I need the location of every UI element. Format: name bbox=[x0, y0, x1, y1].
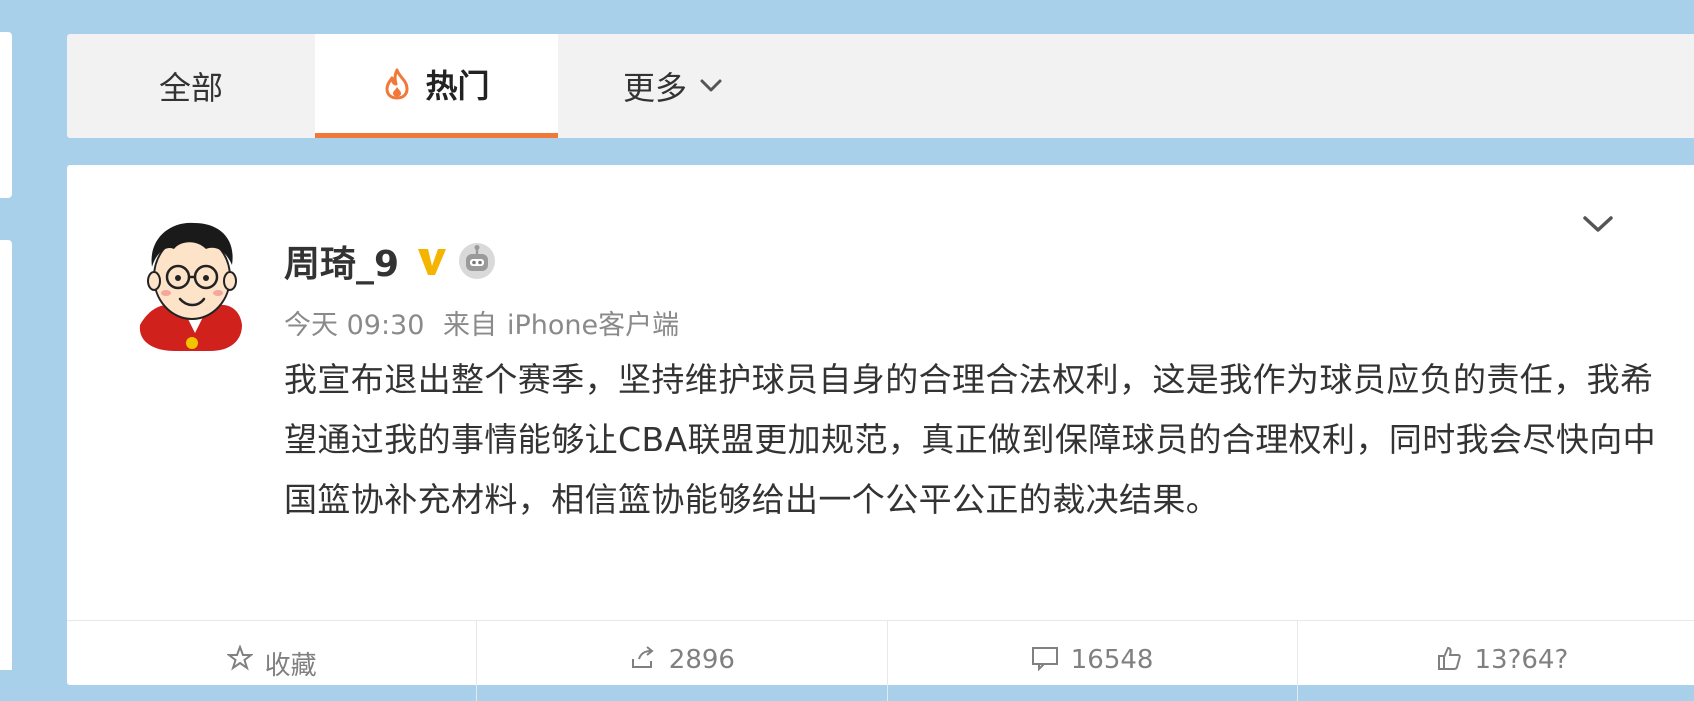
repost-icon bbox=[629, 645, 657, 671]
post-text: 我宣布退出整个赛季，坚持维护球员自身的合理合法权利，这是我作为球员应负的责任，我… bbox=[284, 360, 1657, 519]
comment-count: 16548 bbox=[1070, 645, 1154, 675]
tab-all-label: 全部 bbox=[158, 69, 223, 107]
star-icon bbox=[226, 645, 253, 671]
tab-all[interactable]: 全部 bbox=[67, 34, 315, 138]
post-card: 周琦_9 今天 09:30 来自 iPhone客户端 我宣布退出整个赛季，坚持维… bbox=[67, 165, 1694, 701]
comment-button[interactable]: 16548 bbox=[888, 621, 1298, 701]
avatar[interactable] bbox=[130, 215, 260, 355]
feed-tab-bar: 全部 热门 更多 bbox=[67, 34, 1694, 138]
post-options-chevron-icon[interactable] bbox=[1581, 213, 1615, 235]
repost-button[interactable]: 2896 bbox=[477, 621, 888, 701]
robot-icon[interactable] bbox=[457, 241, 497, 281]
tab-hot-label: 热门 bbox=[425, 66, 490, 105]
post-action-bar: 收藏 2896 16548 13?64? bbox=[67, 620, 1694, 701]
left-sidebar-panel bbox=[0, 32, 12, 198]
post-source[interactable]: iPhone客户端 bbox=[507, 310, 679, 341]
vip-badge-icon[interactable] bbox=[415, 244, 449, 278]
favorite-button[interactable]: 收藏 bbox=[67, 621, 478, 701]
post-meta: 今天 09:30 来自 iPhone客户端 bbox=[284, 303, 679, 342]
like-icon bbox=[1436, 645, 1462, 671]
tab-more-label: 更多 bbox=[622, 69, 687, 107]
like-button[interactable]: 13?64? bbox=[1298, 621, 1694, 701]
favorite-label: 收藏 bbox=[264, 651, 317, 681]
tab-more[interactable]: 更多 bbox=[558, 34, 788, 138]
post-source-prefix: 来自 bbox=[443, 310, 497, 341]
chevron-down-icon bbox=[699, 78, 723, 94]
left-sidebar-panel-lower bbox=[0, 240, 12, 670]
username[interactable]: 周琦_9 bbox=[284, 235, 399, 287]
repost-count: 2896 bbox=[668, 645, 735, 675]
like-count: 13?64? bbox=[1474, 645, 1569, 675]
comment-icon bbox=[1031, 645, 1059, 671]
post-author: 周琦_9 bbox=[284, 235, 497, 287]
post-time[interactable]: 今天 09:30 bbox=[284, 310, 424, 341]
flame-icon bbox=[383, 68, 411, 100]
tab-hot[interactable]: 热门 bbox=[315, 34, 558, 138]
